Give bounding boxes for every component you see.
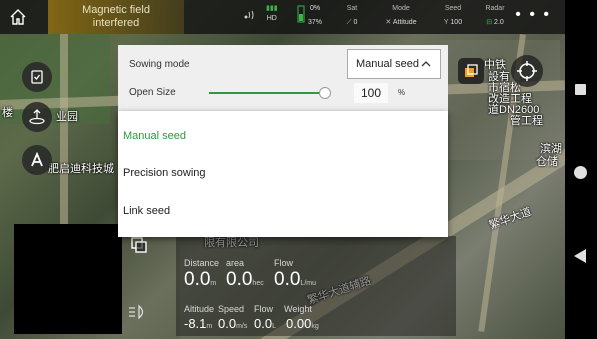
mode-label: Mode [392, 5, 410, 12]
takeoff-icon[interactable] [22, 102, 52, 132]
map-field [0, 34, 110, 124]
hd-label: HD [266, 15, 277, 22]
status-bar: Magnetic field interfered ▮▮▮ HD 0% 37% … [0, 0, 565, 34]
open-size-input[interactable]: 100 [354, 83, 388, 103]
radar-label: Radar [485, 5, 505, 12]
weight-label: Weight [284, 304, 312, 314]
back-icon[interactable] [574, 249, 586, 263]
map-label: 管工程 [510, 115, 543, 127]
weight-value: 0.00kg [286, 316, 319, 331]
flow-value: 0.0L/mu [274, 269, 316, 290]
radar-value: 2.0 [494, 19, 504, 26]
copy-icon[interactable] [130, 236, 148, 259]
flow2-label: Flow [254, 304, 274, 314]
area-value: 0.0hec [226, 269, 264, 290]
alert-line-1: Magnetic field [82, 4, 150, 16]
alert-line-2: interfered [92, 17, 140, 29]
system-nav-bar [565, 0, 597, 339]
app-screen: 中铁 設有 市宿松 改造工程 道DN2600 管工程 滨湖 仓储 肥启迪科技城 … [0, 0, 597, 339]
camera-view[interactable] [14, 224, 122, 334]
checklist-icon[interactable] [22, 62, 52, 92]
sowing-mode-select[interactable]: Manual seed [347, 49, 441, 79]
battery-top: 0% [309, 5, 321, 12]
mode-value: Attitude [392, 19, 417, 26]
magnetic-alert-banner: Magnetic field interfered [48, 0, 184, 34]
map-label: 楼 [2, 107, 13, 119]
sowing-mode-label: Sowing mode [129, 59, 190, 70]
map-label: 肥启迪科技城 [48, 163, 114, 175]
map-label: 仓储 [536, 156, 558, 168]
open-size-label: Open Size [129, 87, 176, 98]
flow2-value: 0.0L [254, 316, 276, 331]
video-signal: ▮▮▮ HD [266, 4, 278, 24]
sat-label: Sat [346, 5, 358, 12]
open-size-unit: % [398, 88, 406, 97]
dropdown-option-precision-sowing[interactable]: Precision sowing [123, 167, 206, 179]
sat-value: 0 [353, 19, 358, 26]
auto-a-icon[interactable] [22, 145, 52, 175]
rc-signal-icon [244, 10, 256, 24]
home-nav-icon[interactable] [574, 166, 587, 179]
speed-label: Speed [218, 304, 245, 314]
light-icon[interactable] [128, 304, 148, 325]
seed-label: Seed [444, 5, 462, 12]
distance-label: Distance [184, 258, 220, 268]
chevron-up-icon [420, 58, 432, 73]
mode-stat: Mode ✕ Attitude [378, 4, 424, 28]
layers-icon[interactable] [458, 58, 484, 84]
speed-value: 0.0m/s [218, 316, 248, 331]
seed-value: 100 [450, 19, 463, 26]
seed-stat: Seed Y 100 [436, 4, 470, 28]
open-size-slider-track[interactable] [209, 92, 329, 94]
recent-apps-icon[interactable] [575, 84, 586, 95]
sowing-mode-value: Manual seed [356, 58, 419, 70]
satellite-icon: ⟋ [346, 19, 352, 26]
map-label: 业园 [56, 111, 78, 123]
more-dots-icon[interactable]: • • • [515, 7, 551, 23]
radar-icon: ⊟ [486, 19, 493, 26]
locate-crosshair-icon[interactable] [511, 55, 543, 87]
seed-icon: Y [443, 19, 449, 26]
home-icon[interactable] [6, 5, 30, 29]
dropdown-option-link-seed[interactable]: Link seed [123, 205, 170, 217]
altitude-value: -8.1m [184, 316, 213, 331]
video-signal-icon: ▮▮▮ [266, 5, 278, 12]
battery-readout: 0% 37% [308, 4, 322, 28]
flow-label: Flow [274, 258, 294, 268]
sowing-mode-dropdown: Manual seed Precision sowing Link seed [118, 111, 448, 237]
open-size-slider-thumb[interactable] [319, 87, 332, 99]
telemetry-panel: Distance area Flow 0.0m 0.0hec 0.0L/mu A… [176, 236, 456, 336]
area-label: area [226, 258, 245, 268]
altitude-label: Altitude [184, 304, 215, 314]
battery-bottom: 37% [308, 19, 323, 26]
mode-icon: ✕ [385, 19, 392, 26]
radar-stat: Radar ⊟ 2.0 [478, 4, 512, 28]
battery-icon [296, 4, 306, 28]
satellite-stat: Sat ⟋ 0 [338, 4, 366, 28]
distance-value: 0.0m [184, 269, 217, 290]
dropdown-option-manual-seed[interactable]: Manual seed [123, 130, 186, 142]
seeding-settings-panel: Sowing mode Manual seed Open Size 100 % [118, 45, 448, 111]
